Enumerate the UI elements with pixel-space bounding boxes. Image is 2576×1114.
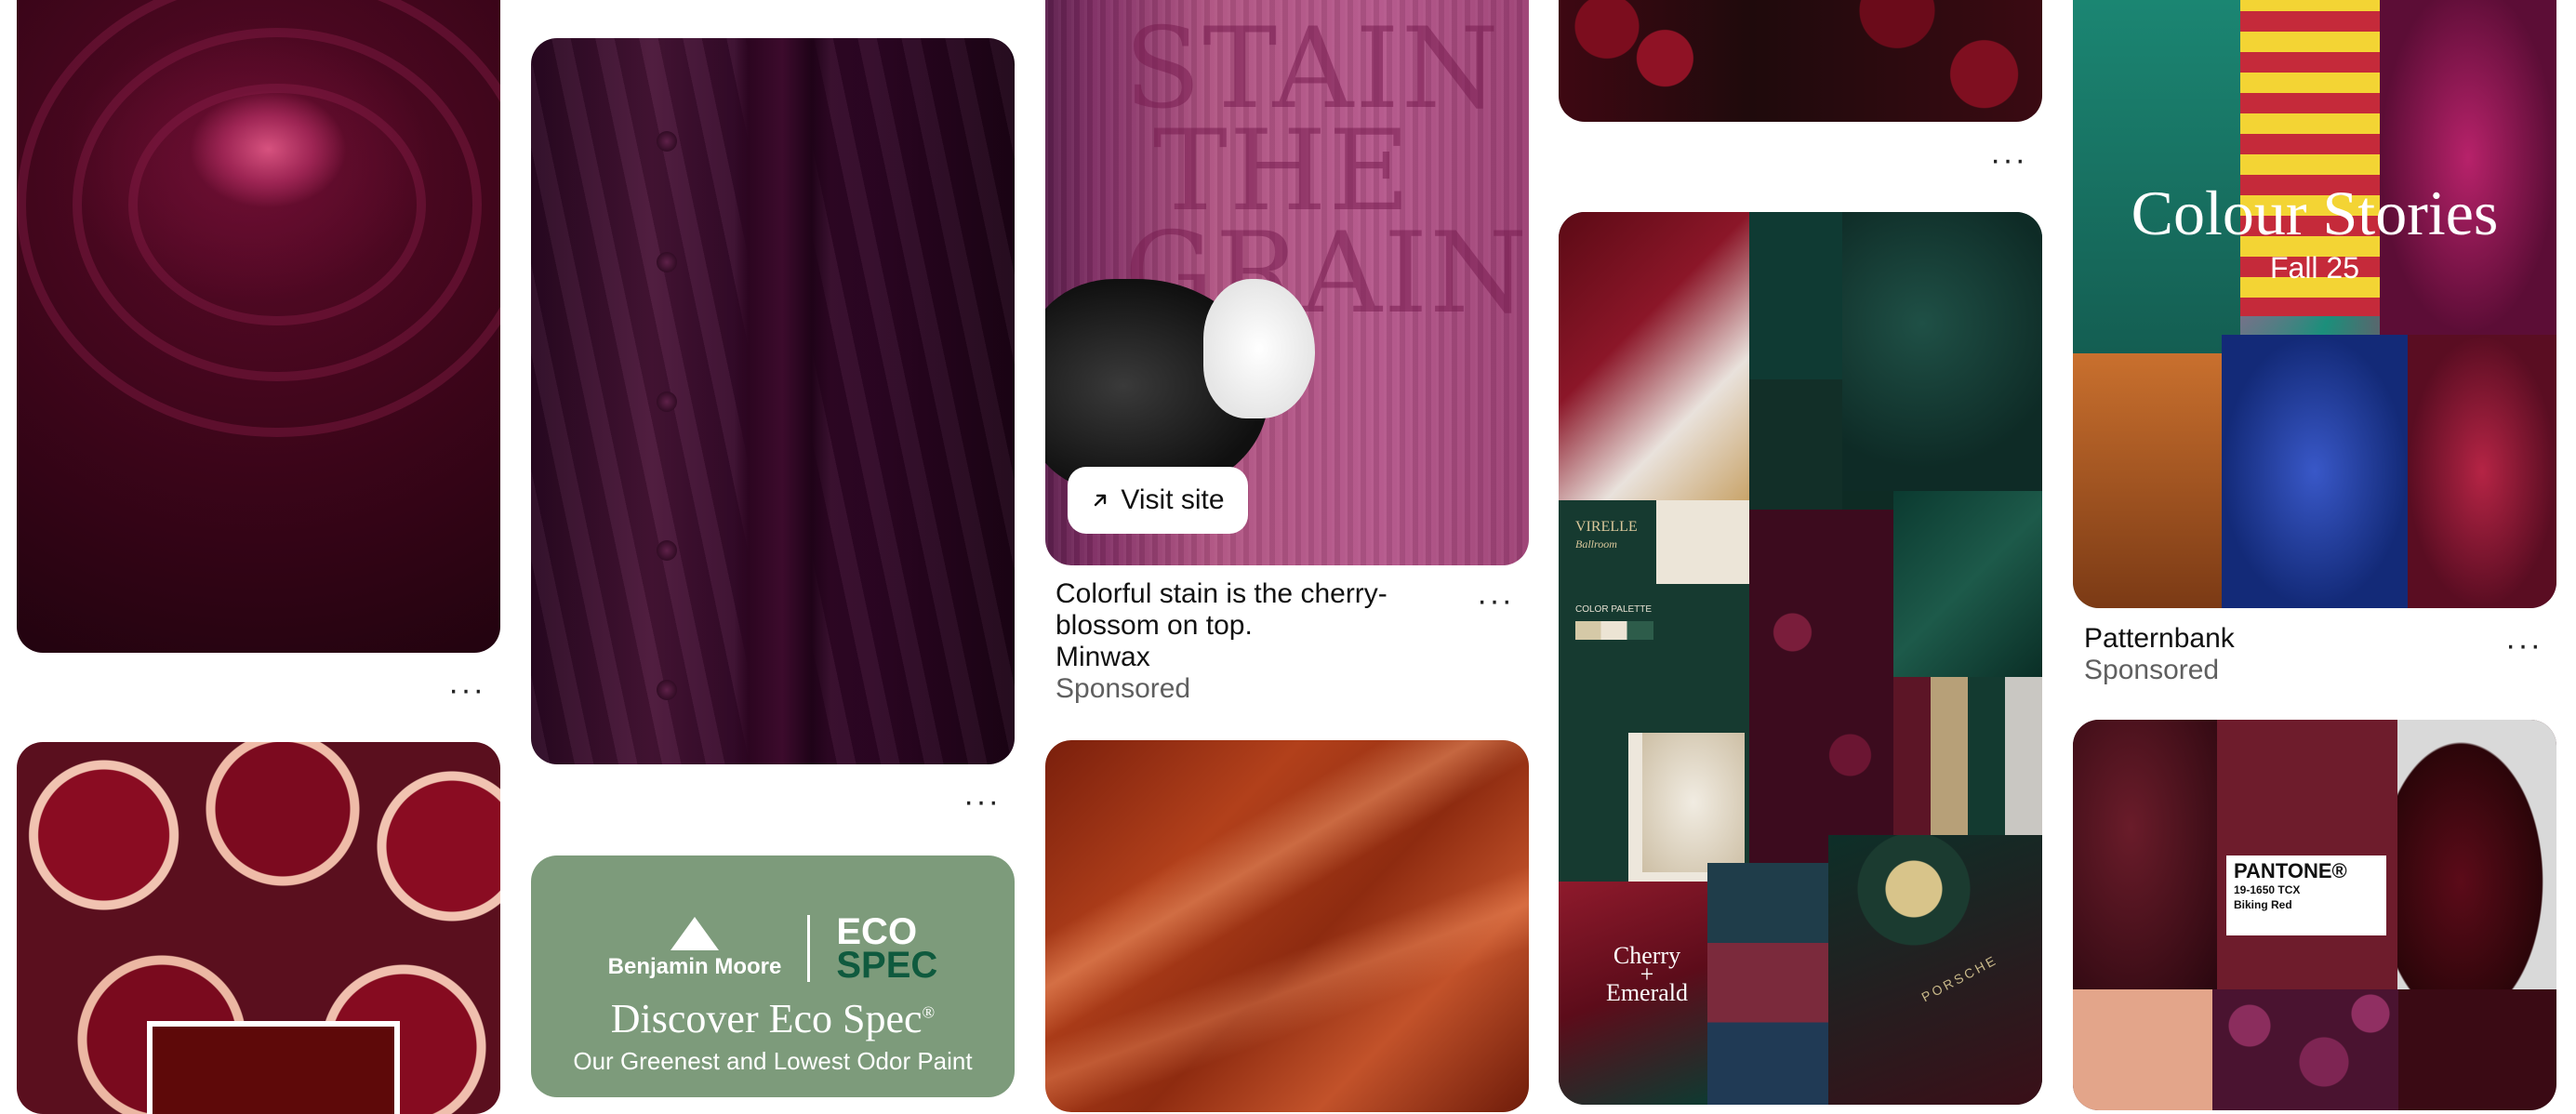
- more-horizontal-icon: ···: [1477, 583, 1514, 618]
- caption-emerald: Emerald: [1605, 979, 1689, 1006]
- the-word: THE: [1152, 107, 1413, 236]
- more-horizontal-icon: ···: [1990, 142, 2027, 178]
- pin-image-velvet-curtain[interactable]: [531, 38, 1015, 764]
- runway-look-red: [2408, 335, 2556, 608]
- moodboard-tile-rock: [2073, 720, 2217, 989]
- moodboard-tile-watch: PORSCHE: [1828, 835, 2042, 1105]
- more-options-button[interactable]: ···: [1469, 582, 1521, 619]
- pin-image-pantone-biking-red[interactable]: PANTONE® 19-1650 TCX Biking Red: [2073, 720, 2556, 1110]
- logo-divider: [807, 915, 811, 982]
- visit-site-button[interactable]: Visit site: [1068, 467, 1248, 534]
- moodboard-tile-velvet: [1559, 212, 1749, 500]
- velvet-tuft: [657, 680, 677, 700]
- pantone-brand: PANTONE®: [2234, 859, 2347, 882]
- ad-headline-text: Discover Eco Spec: [610, 996, 923, 1041]
- pin-image-pomegranate[interactable]: [17, 742, 500, 1114]
- moodboard-tile-swatch-strips: [1893, 677, 2042, 835]
- pantone-swatch-card: PANTONE® 19-1650 TCX Biking Red: [2217, 720, 2397, 989]
- benjamin-moore-logo: Benjamin Moore: [607, 917, 782, 980]
- sponsored-label: Sponsored: [2084, 655, 2220, 685]
- watch-brand-text: PORSCHE: [1919, 951, 2000, 1005]
- visit-site-label: Visit site: [1121, 484, 1225, 515]
- pantone-color-chip: [2226, 744, 2386, 855]
- palette-swatches: [1575, 621, 1653, 640]
- velvet-tuft: [657, 131, 677, 152]
- pomegranate-overlay-card: [147, 1021, 400, 1114]
- pin-image-cherries[interactable]: [1559, 0, 2042, 122]
- colour-stories-title: Colour Stories: [2131, 178, 2499, 248]
- mountain-icon: [671, 917, 720, 950]
- runway-look-orange: [2073, 353, 2222, 608]
- more-horizontal-icon: ···: [2505, 628, 2543, 663]
- more-options-button[interactable]: ···: [956, 783, 1008, 820]
- pin-image-colour-stories[interactable]: Colour Stories Fall 25: [2073, 0, 2556, 608]
- velvet-tuft: [657, 252, 677, 272]
- virelle-tagline-text: Ballroom: [1575, 537, 1617, 550]
- virelle-brand-text: VIRELLE: [1575, 519, 1638, 535]
- moodboard-tile-emerald: [1749, 212, 1842, 379]
- rose-petal-shape: [17, 0, 500, 437]
- stain-the-grain-text: STAIN THE GRAIN: [1124, 5, 1527, 330]
- virelle-card: [1656, 500, 1749, 584]
- pin-source[interactable]: Patternbank: [2084, 623, 2493, 655]
- brand-name: Benjamin Moore: [607, 954, 782, 979]
- velvet-tuft: [657, 391, 677, 412]
- moodboard-tile-nails: [2073, 989, 2212, 1110]
- sponsored-label: Sponsored: [1056, 673, 1191, 704]
- moodboard-tile-forest: [1749, 379, 1842, 510]
- pantone-color-name: Biking Red: [2234, 898, 2292, 911]
- pin-ad-eco-spec[interactable]: Benjamin Moore ECO SPEC Discover Eco Spe…: [531, 855, 1015, 1097]
- more-options-button[interactable]: ···: [1983, 141, 2035, 179]
- pin-caption-patternbank: Patternbank Sponsored: [2084, 623, 2493, 686]
- pin-source[interactable]: Minwax: [1056, 642, 1465, 673]
- cherry-emerald-caption: Cherry + Emerald: [1587, 944, 1707, 1006]
- moodboard-tile-jewelry: [1842, 212, 2042, 491]
- ad-subline: Our Greenest and Lowest Odor Paint: [573, 1047, 973, 1075]
- moodboard-tile-green-silk: [1893, 491, 2042, 677]
- pin-image-rose[interactable]: [17, 0, 500, 653]
- moodboard-tile-flower: [1642, 733, 1745, 872]
- moodboard-tile-color-chips: [1707, 863, 1828, 1105]
- stain-word: STAIN: [1124, 5, 1501, 134]
- eco-word: ECO: [836, 911, 918, 952]
- pin-title[interactable]: Colorful stain is the cherry-blossom on …: [1056, 578, 1465, 642]
- runway-look-blue: [2222, 335, 2408, 608]
- moodboard-tile-berries: [2212, 989, 2398, 1110]
- trademark-mark: ®: [922, 1002, 936, 1022]
- arrow-up-right-icon: [1095, 494, 1107, 507]
- velvet-tuft: [657, 540, 677, 561]
- pin-image-cherry-emerald-moodboard[interactable]: VIRELLE Ballroom COLOR PALETTE Cherry + …: [1559, 212, 2042, 1105]
- eco-spec-logo-row: Benjamin Moore ECO SPEC: [531, 911, 1015, 986]
- pantone-code: 19-1650 TCX: [2234, 883, 2301, 896]
- more-horizontal-icon: ···: [448, 672, 485, 708]
- color-palette-label: COLOR PALETTE: [1575, 604, 1653, 615]
- colour-stories-subtitle: Fall 25: [2269, 251, 2360, 285]
- more-options-button[interactable]: ···: [441, 671, 493, 709]
- more-horizontal-icon: ···: [963, 784, 1001, 819]
- moodboard-tile-car: [2397, 720, 2556, 989]
- pin-image-copper-satin[interactable]: [1045, 740, 1529, 1112]
- more-options-button[interactable]: ···: [2498, 627, 2550, 664]
- pantone-chip: PANTONE® 19-1650 TCX Biking Red: [2226, 744, 2386, 935]
- eco-spec-wordmark: ECO SPEC: [836, 911, 938, 986]
- spec-word: SPEC: [836, 945, 938, 986]
- ad-headline: Discover Eco Spec®: [531, 995, 1015, 1042]
- pin-caption-minwax: Colorful stain is the cherry-blossom on …: [1056, 578, 1465, 705]
